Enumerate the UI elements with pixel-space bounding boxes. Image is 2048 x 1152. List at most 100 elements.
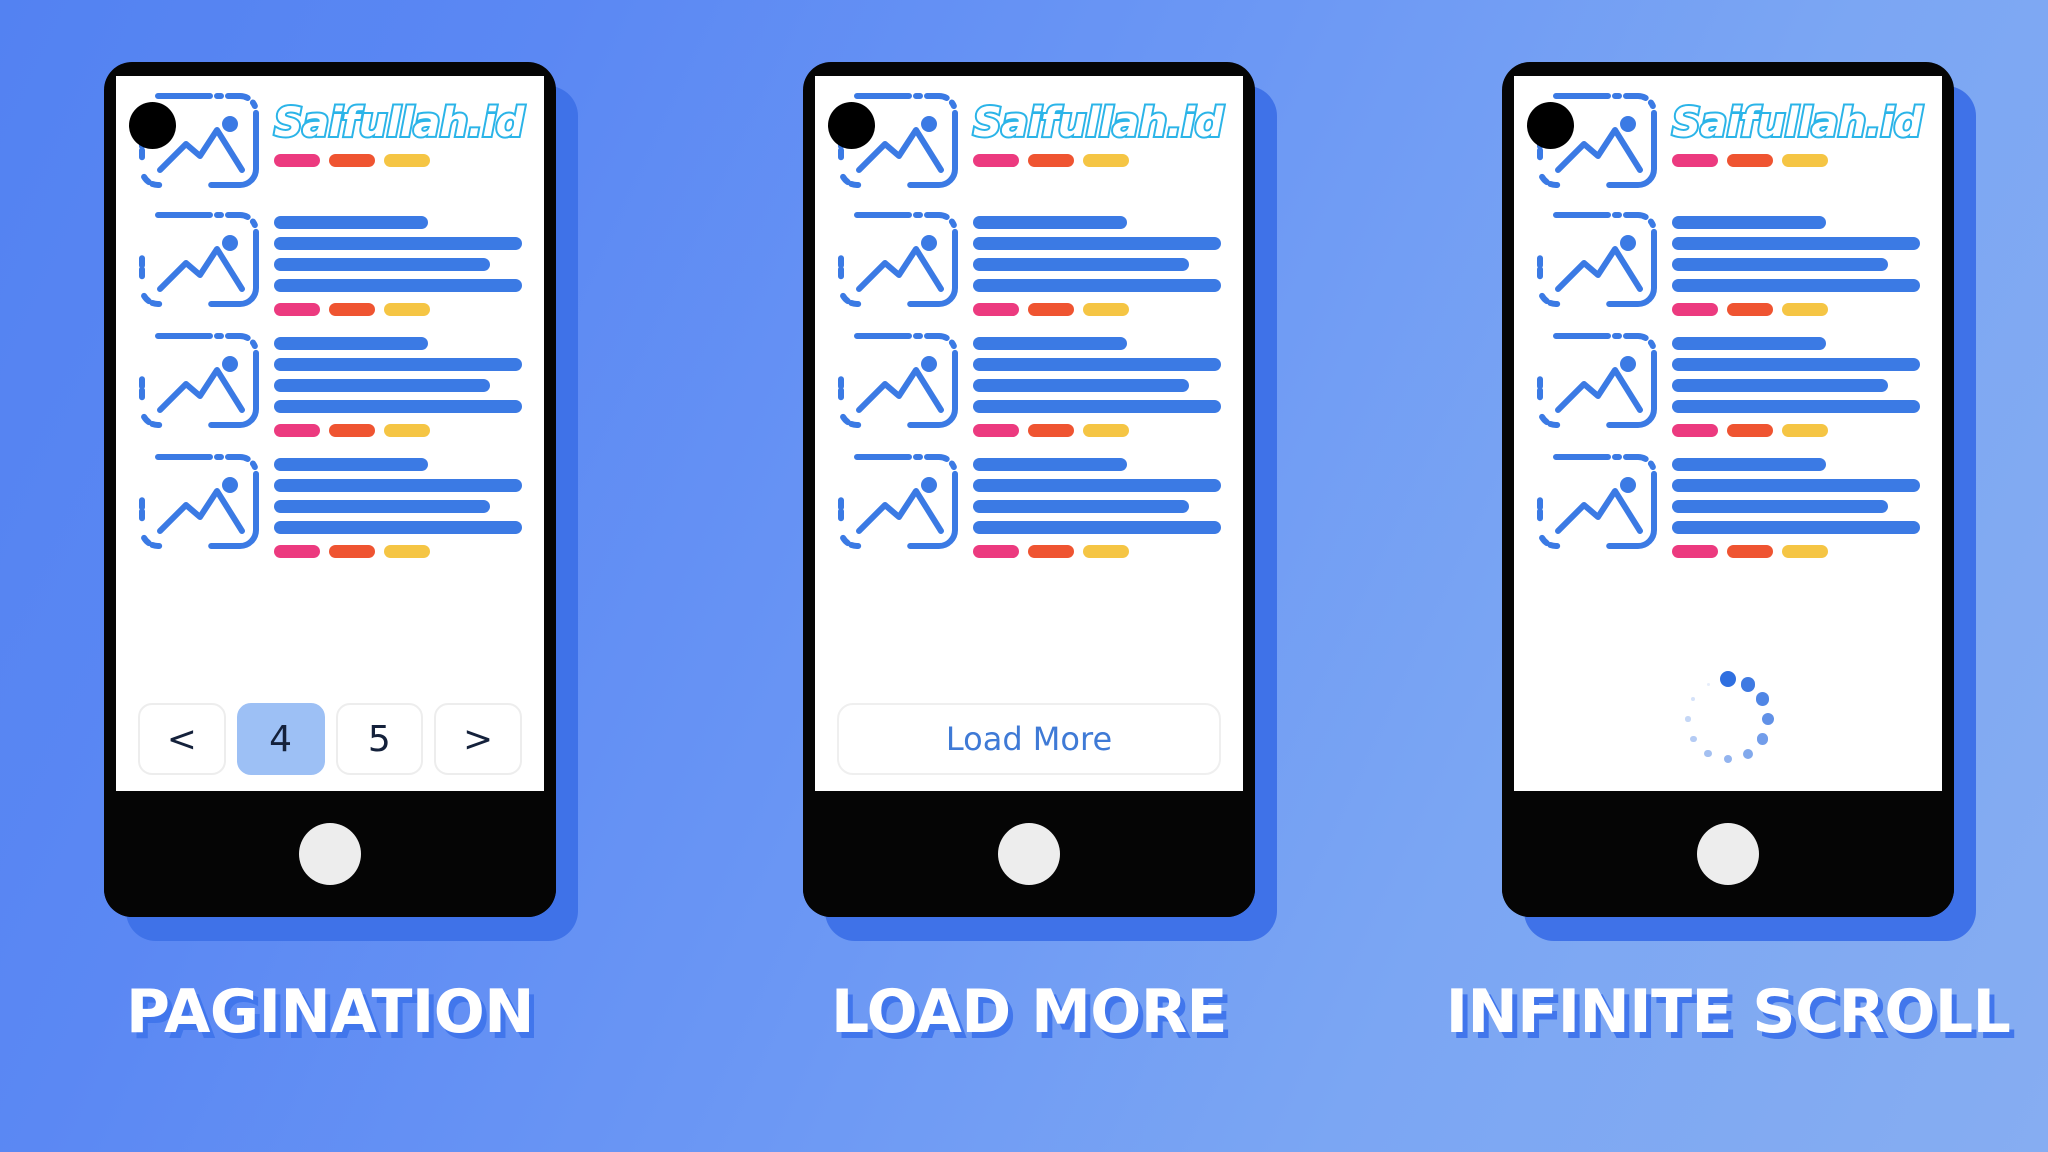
text-line-2 — [274, 237, 522, 250]
phone-group-load-more: Saifullah.id Load More LOAD MORE — [799, 62, 1277, 1047]
tag-pink — [1672, 303, 1718, 316]
tag-yellow — [1083, 424, 1129, 437]
tag-list — [274, 303, 522, 316]
text-line-4 — [973, 400, 1221, 413]
text-line-4 — [1672, 279, 1920, 292]
tag-list — [1672, 303, 1920, 316]
phone-mockup-load-more: Saifullah.id Load More — [803, 62, 1277, 941]
text-line-3 — [973, 379, 1189, 392]
phone-bottom-bezel — [1502, 791, 1954, 917]
list-item-body — [274, 211, 522, 316]
phone-body: Saifullah.id — [1502, 62, 1954, 917]
tag-yellow — [384, 424, 430, 437]
spinner-dot — [1690, 735, 1697, 743]
phone-group-container: Saifullah.id <4 5 > PAGINATION Saifullah.id Lo… — [0, 0, 2048, 1152]
text-line-1 — [973, 458, 1127, 471]
home-button[interactable] — [1697, 823, 1759, 885]
list-item-body — [1672, 332, 1920, 437]
image-placeholder-icon — [837, 211, 959, 308]
pagination-next-button[interactable]: > — [434, 703, 522, 775]
pagination-page-5[interactable]: 5 — [335, 703, 424, 775]
loading-indicator-area — [1536, 663, 1920, 775]
tag-yellow — [1782, 154, 1828, 167]
tag-yellow — [1782, 424, 1828, 437]
tag-orange — [1727, 424, 1773, 437]
list-item — [837, 453, 1221, 558]
spinner-dot — [1691, 696, 1696, 702]
phone-screen: Saifullah.id Load More — [815, 76, 1243, 791]
phone-group-infinite-scroll: Saifullah.id INFINITE SCROLL — [1446, 62, 2011, 1047]
loading-spinner-icon — [1676, 667, 1780, 771]
list-item — [138, 332, 522, 437]
home-button[interactable] — [299, 823, 361, 885]
brand-name: Saifullah.id — [272, 100, 526, 146]
list-item-body — [973, 332, 1221, 437]
list-item-body — [1672, 211, 1920, 316]
text-line-3 — [1672, 258, 1888, 271]
spinner-dot — [1740, 676, 1756, 692]
panel-caption-infinite-scroll: INFINITE SCROLL — [1445, 977, 2011, 1047]
panel-caption-pagination: PAGINATION — [126, 977, 534, 1047]
tag-yellow — [384, 154, 430, 167]
screen-footer: <4 5 > — [116, 703, 544, 791]
pagination-control: <4 5 > — [138, 703, 522, 775]
tag-list — [973, 545, 1221, 558]
spinner-dot — [1755, 692, 1770, 706]
text-line-4 — [973, 279, 1221, 292]
text-line-1 — [973, 216, 1127, 229]
tag-orange — [329, 424, 375, 437]
text-line-3 — [274, 500, 490, 513]
screen-footer: Load More — [815, 703, 1243, 791]
list-item — [837, 332, 1221, 437]
brand-row: Saifullah.id — [138, 92, 526, 189]
brand-name: Saifullah.id — [1670, 100, 1924, 146]
home-button[interactable] — [998, 823, 1060, 885]
text-line-2 — [1672, 237, 1920, 250]
spinner-dot — [1757, 733, 1769, 745]
text-line-3 — [1672, 379, 1888, 392]
tag-list — [274, 545, 522, 558]
tag-pink — [274, 545, 320, 558]
pagination-prev-button[interactable]: < — [138, 703, 226, 775]
tag-list — [1672, 154, 1920, 167]
load-more-button[interactable]: Load More — [837, 703, 1221, 775]
text-line-1 — [1672, 216, 1826, 229]
pagination-page-4[interactable]: 4 — [236, 703, 325, 775]
phone-mockup-pagination: Saifullah.id <4 5 > — [104, 62, 578, 941]
camera-dot-icon — [129, 102, 176, 149]
tag-yellow — [384, 545, 430, 558]
tag-pink — [1672, 424, 1718, 437]
list-item-body — [274, 453, 522, 558]
spinner-dot — [1685, 716, 1691, 722]
phone-body: Saifullah.id Load More — [803, 62, 1255, 917]
tag-pink — [274, 303, 320, 316]
tag-yellow — [1083, 545, 1129, 558]
text-line-1 — [1672, 458, 1826, 471]
tag-orange — [329, 154, 375, 167]
phone-body: Saifullah.id <4 5 > — [104, 62, 556, 917]
tag-pink — [274, 424, 320, 437]
camera-dot-icon — [828, 102, 875, 149]
text-line-3 — [1672, 500, 1888, 513]
text-line-2 — [274, 479, 522, 492]
tag-orange — [1727, 545, 1773, 558]
text-line-1 — [1672, 337, 1826, 350]
text-line-3 — [973, 500, 1189, 513]
text-line-4 — [274, 400, 522, 413]
text-line-2 — [1672, 358, 1920, 371]
brand-logo: Saifullah.id — [1670, 100, 1924, 146]
brand-logo: Saifullah.id — [272, 100, 526, 146]
spinner-dot — [1704, 749, 1712, 758]
list-item — [1536, 211, 1920, 316]
text-line-2 — [274, 358, 522, 371]
brand-row: Saifullah.id — [837, 92, 1225, 189]
text-line-3 — [274, 379, 490, 392]
tag-pink — [973, 303, 1019, 316]
screen-footer — [1514, 663, 1942, 791]
list-item — [1536, 332, 1920, 437]
brand-name: Saifullah.id — [971, 100, 1225, 146]
text-line-2 — [973, 479, 1221, 492]
image-placeholder-icon — [138, 453, 260, 550]
phone-screen: Saifullah.id — [1514, 76, 1942, 791]
image-placeholder-icon — [138, 332, 260, 429]
